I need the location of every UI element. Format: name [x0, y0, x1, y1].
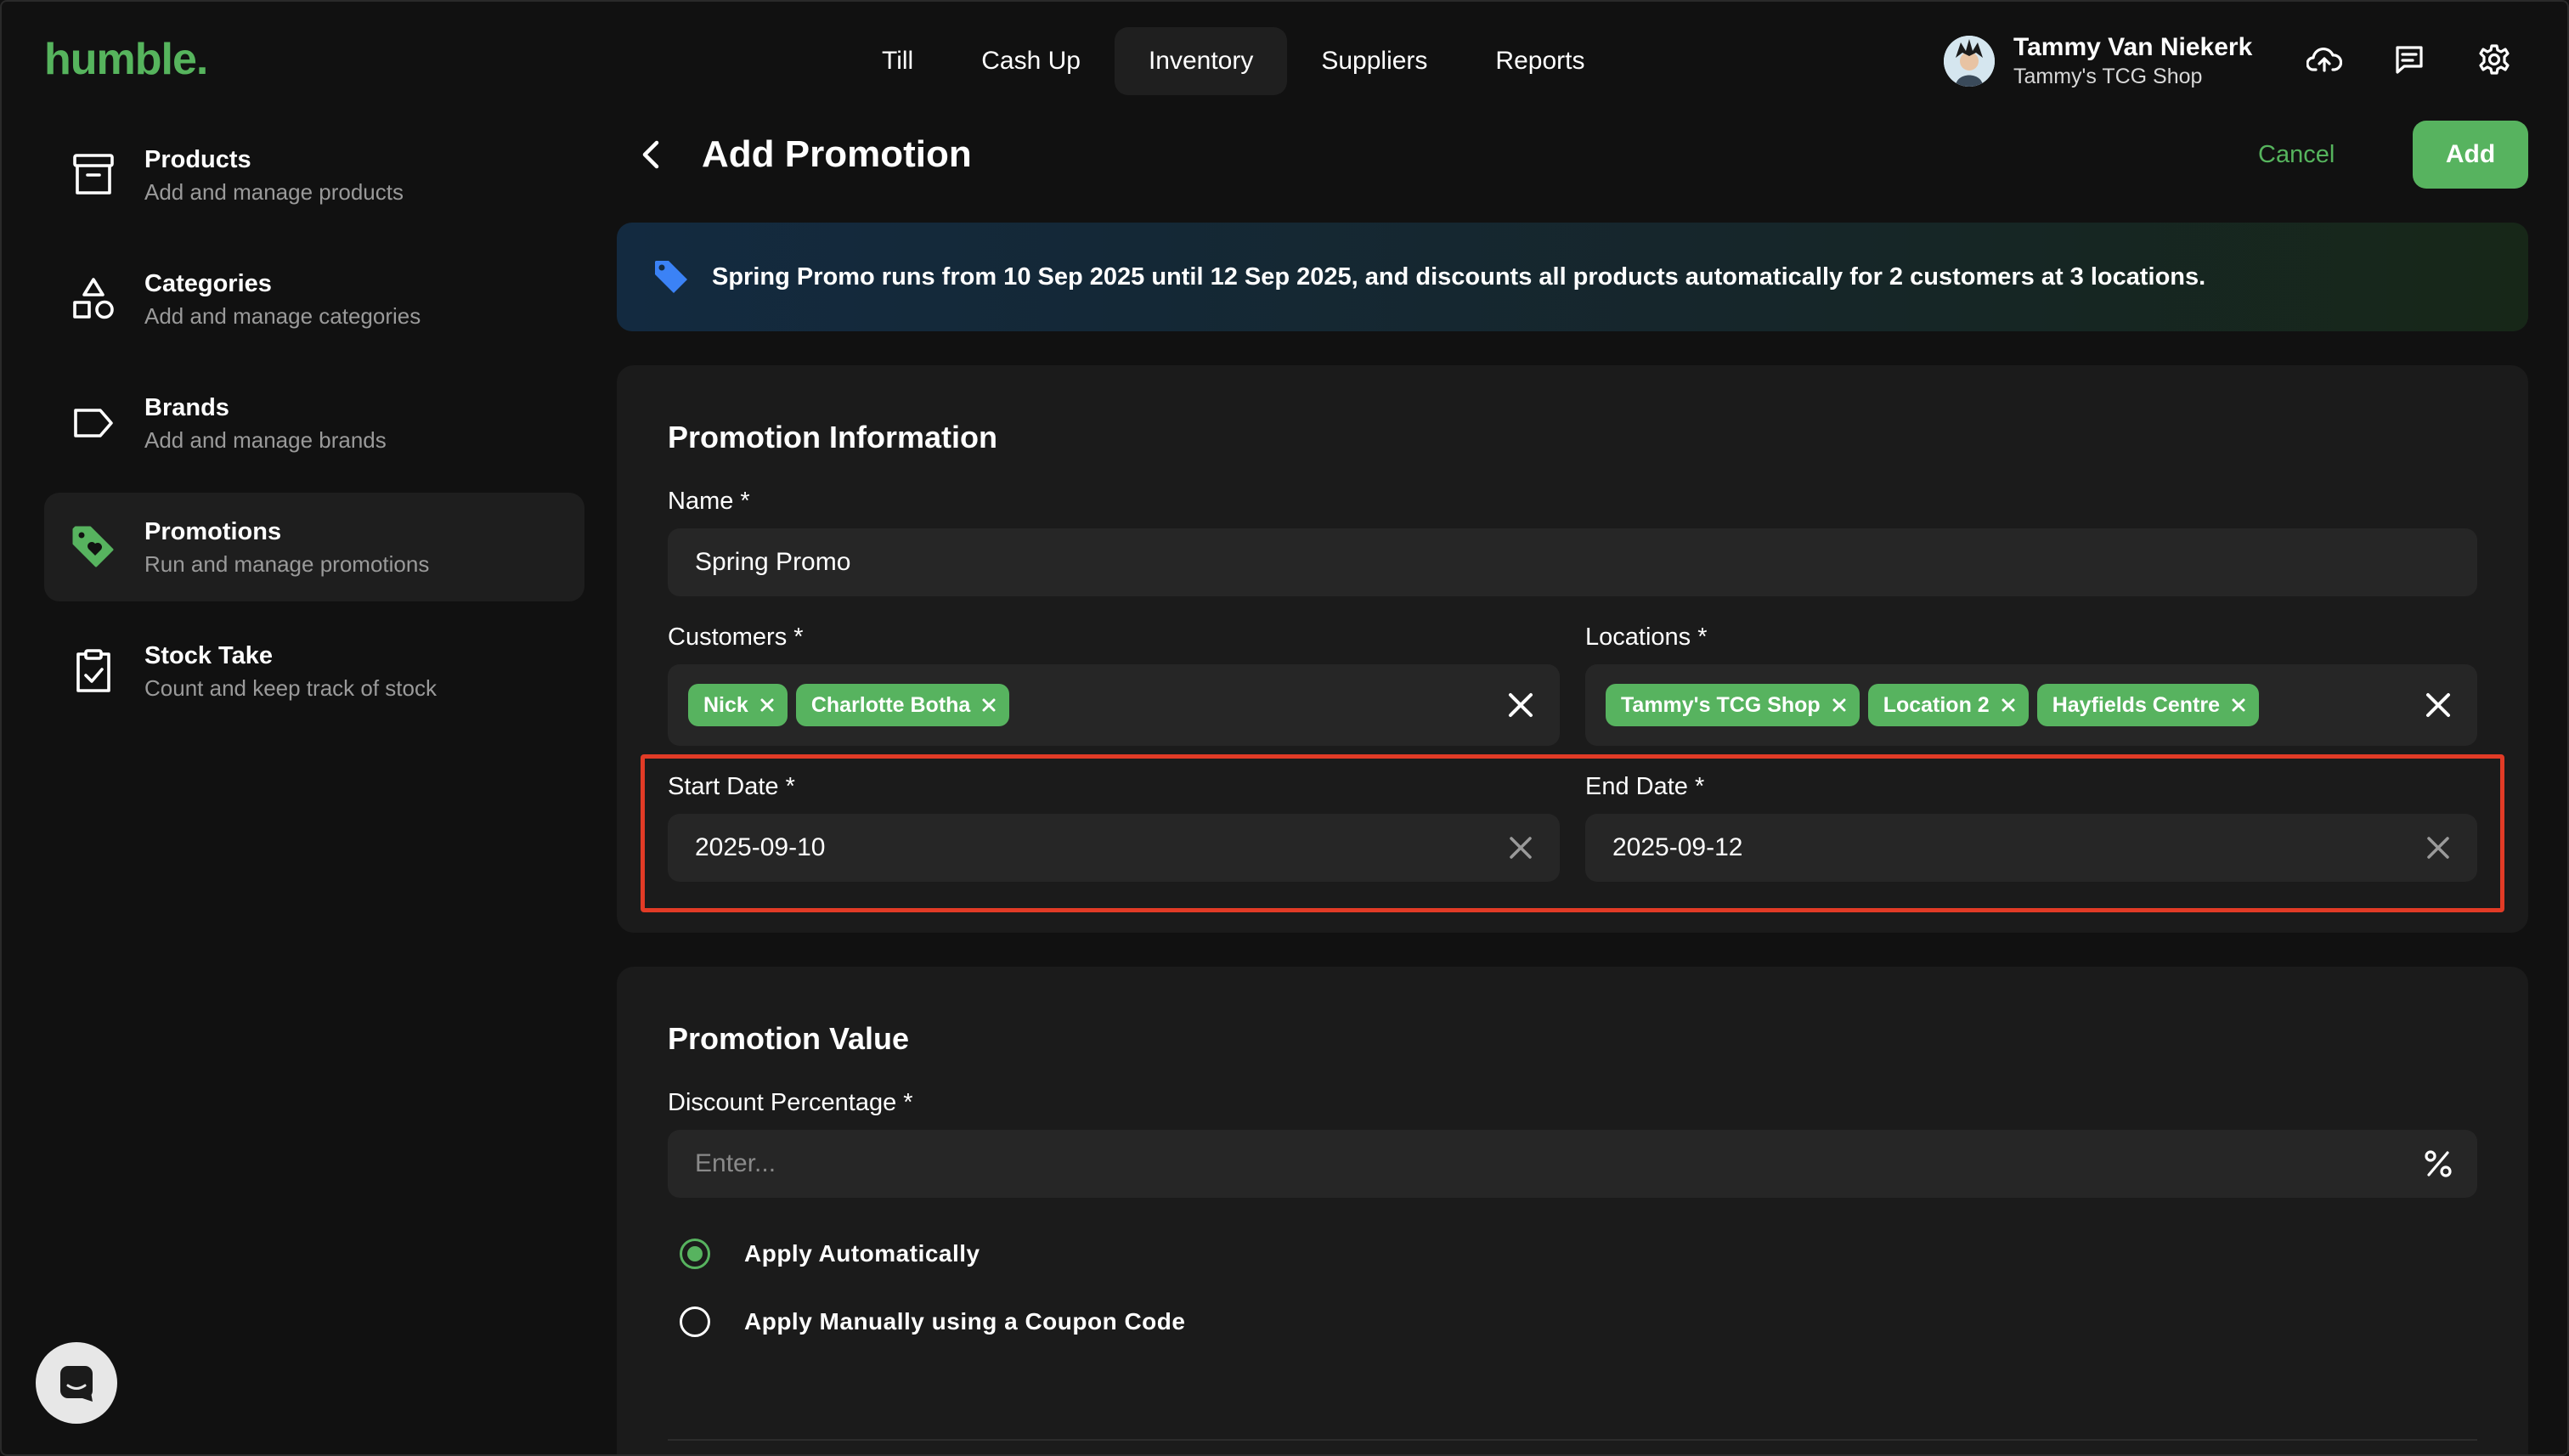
cloud-upload-icon[interactable]: [2306, 41, 2343, 78]
sidebar-item-subtitle: Count and keep track of stock: [144, 675, 437, 701]
nav-suppliers[interactable]: Suppliers: [1287, 27, 1461, 95]
radio-selected[interactable]: [680, 1239, 710, 1269]
top-navigation: Till Cash Up Inventory Suppliers Reports: [848, 27, 1618, 95]
radio-unselected[interactable]: [680, 1306, 710, 1337]
customer-chip: Charlotte Botha: [795, 684, 1010, 726]
percent-icon: [2421, 1147, 2455, 1181]
name-value: Spring Promo: [695, 548, 851, 576]
sidebar-item-title: Brands: [144, 394, 229, 421]
customers-label: Customers *: [668, 624, 804, 651]
app-window: humble. Till Cash Up Inventory Suppliers…: [0, 0, 2569, 1456]
price-tag-icon: [655, 261, 687, 293]
discount-label: Discount Percentage *: [668, 1089, 913, 1116]
humble-logo[interactable]: humble.: [44, 34, 208, 85]
location-chip: Location 2: [1867, 684, 2029, 726]
add-button[interactable]: Add: [2413, 121, 2528, 189]
chevron-left-icon: [642, 140, 659, 169]
nav-inventory[interactable]: Inventory: [1114, 27, 1288, 95]
remove-chip-icon[interactable]: [2230, 697, 2247, 714]
remove-chip-icon[interactable]: [1831, 697, 1848, 714]
radio-label: Apply Manually using a Coupon Code: [744, 1308, 1186, 1335]
avatar: [1944, 36, 1995, 87]
message-icon[interactable]: [2391, 41, 2428, 78]
promotion-summary-banner: Spring Promo runs from 10 Sep 2025 until…: [617, 223, 2528, 331]
location-chip: Hayfields Centre: [2036, 684, 2259, 726]
nav-cash-up[interactable]: Cash Up: [947, 27, 1115, 95]
support-chat-button[interactable]: [36, 1342, 117, 1424]
tag-outline-icon: [70, 399, 117, 447]
customers-select[interactable]: Nick Charlotte Botha: [668, 664, 1560, 746]
name-label: Name *: [668, 488, 750, 515]
apply-manually-option[interactable]: Apply Manually using a Coupon Code: [668, 1306, 1185, 1337]
section-title: Promotion Information: [668, 420, 997, 454]
sidebar-item-title: Categories: [144, 270, 272, 297]
sidebar-item-promotions[interactable]: Promotions Run and manage promotions: [44, 493, 584, 601]
shapes-icon: [70, 275, 117, 323]
gear-icon[interactable]: [2476, 41, 2513, 78]
cancel-button[interactable]: Cancel: [2258, 129, 2335, 180]
radio-label: Apply Automatically: [744, 1240, 980, 1267]
sidebar-item-subtitle: Run and manage promotions: [144, 551, 430, 577]
sidebar-item-subtitle: Add and manage products: [144, 179, 404, 205]
user-name: Tammy Van Niekerk: [2013, 33, 2253, 61]
user-shop: Tammy's TCG Shop: [2013, 65, 2203, 88]
section-title: Promotion Value: [668, 1021, 910, 1056]
sidebar-item-title: Stock Take: [144, 642, 273, 669]
remove-chip-icon[interactable]: [980, 697, 997, 714]
sidebar-item-categories[interactable]: Categories Add and manage categories: [44, 245, 584, 353]
sidebar-item-stock-take[interactable]: Stock Take Count and keep track of stock: [44, 617, 584, 725]
clear-locations-icon[interactable]: [2421, 688, 2455, 722]
sidebar-item-title: Promotions: [144, 518, 282, 545]
sidebar: Products Add and manage products Categor…: [44, 121, 584, 741]
remove-chip-icon[interactable]: [759, 697, 776, 714]
remove-chip-icon[interactable]: [2000, 697, 2017, 714]
clear-customers-icon[interactable]: [1504, 688, 1538, 722]
sidebar-item-subtitle: Add and manage brands: [144, 427, 387, 453]
location-chip: Tammy's TCG Shop: [1606, 684, 1860, 726]
promotion-value-card: Promotion Value Discount Percentage * En…: [617, 967, 2528, 1454]
name-input[interactable]: Spring Promo: [668, 528, 2477, 596]
customer-chip: Nick: [688, 684, 788, 726]
sidebar-item-subtitle: Add and manage categories: [144, 303, 421, 329]
archive-box-icon: [70, 151, 117, 199]
banner-text: Spring Promo runs from 10 Sep 2025 until…: [712, 262, 2206, 291]
sidebar-item-products[interactable]: Products Add and manage products: [44, 121, 584, 229]
apply-automatically-option[interactable]: Apply Automatically: [668, 1239, 980, 1269]
discount-placeholder: Enter...: [695, 1149, 776, 1177]
nav-reports[interactable]: Reports: [1461, 27, 1618, 95]
chat-icon: [60, 1366, 93, 1402]
sidebar-item-brands[interactable]: Brands Add and manage brands: [44, 369, 584, 477]
sidebar-item-title: Products: [144, 146, 251, 173]
clipboard-check-icon: [70, 647, 117, 695]
locations-label: Locations *: [1585, 624, 1708, 651]
user-profile[interactable]: Tammy Van Niekerk Tammy's TCG Shop: [1944, 32, 2252, 90]
page-title: Add Promotion: [702, 133, 972, 175]
date-range-highlight: [641, 754, 2504, 912]
locations-select[interactable]: Tammy's TCG Shop Location 2 Hayfields Ce…: [1585, 664, 2477, 746]
discount-percentage-input[interactable]: Enter...: [668, 1130, 2477, 1198]
tag-heart-icon: [70, 523, 117, 571]
back-button[interactable]: [629, 129, 673, 180]
nav-till[interactable]: Till: [848, 27, 947, 95]
divider: [668, 1439, 2477, 1441]
